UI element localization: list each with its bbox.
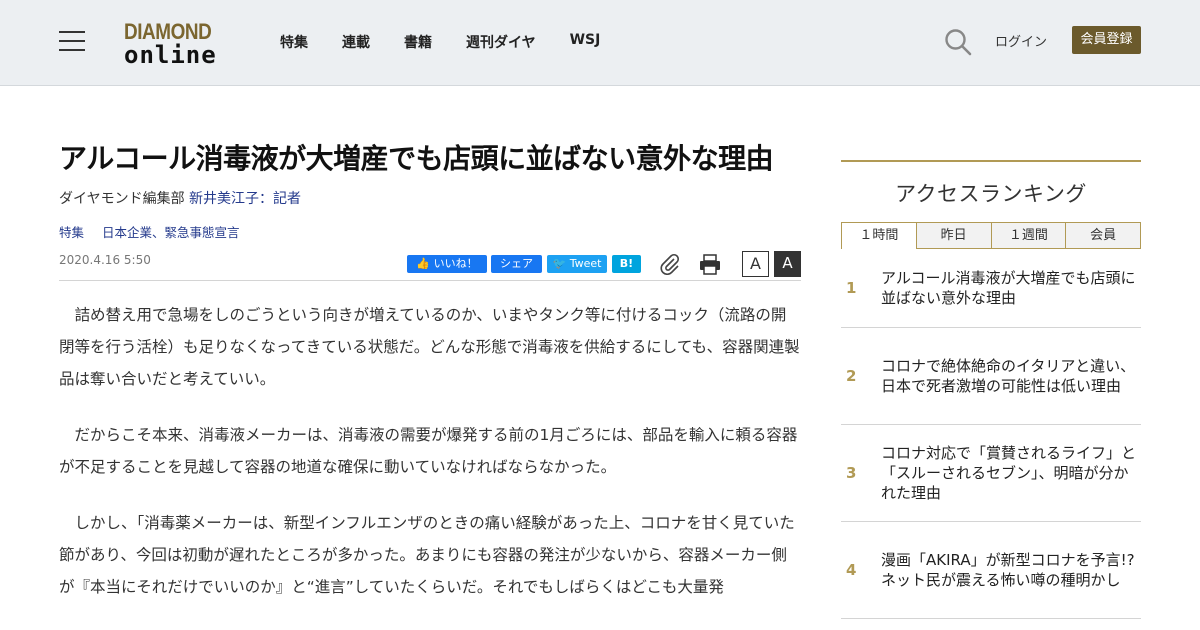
ranking-item[interactable]: 2 コロナで絶体絶命のイタリアと違い、日本で死者激増の可能性は低い理由 (841, 328, 1141, 425)
byline-author-link[interactable]: 新井美江子：記者 (189, 191, 301, 207)
tag-link[interactable]: 日本企業、緊急事態宣言 (102, 225, 240, 240)
search-icon[interactable] (944, 28, 972, 56)
main-nav: 特集 連載 書籍 週刊ダイヤ WSJ (280, 32, 634, 52)
article-paragraph: 詰め替え用で急場をしのごうという向きが増えているのか、いまやタンク等に付けるコッ… (59, 306, 800, 388)
article-tags: 特集 日本企業、緊急事態宣言 (59, 222, 801, 241)
article-meta: 2020.4.16 5:50 👍 いいね！ シェア 🐦 Tweet B! A A (59, 245, 801, 281)
paperclip-icon[interactable] (659, 253, 681, 275)
register-button[interactable]: 会員登録 (1072, 26, 1141, 54)
tweet-button[interactable]: 🐦 Tweet (547, 255, 607, 273)
tab-members[interactable]: 会員 (1066, 222, 1141, 249)
logo-top: DIAMOND (124, 19, 212, 44)
nav-item-weekly[interactable]: 週刊ダイヤ (466, 32, 536, 52)
article-paragraph: しかし、「消毒薬メーカーは、新型インフルエンザのときの痛い経験があった上、コロナ… (59, 514, 795, 596)
nav-item-rensai[interactable]: 連載 (342, 32, 370, 52)
article-body: 詰め替え用で急場をしのごうという向きが増えているのか、いまやタンク等に付けるコッ… (59, 299, 801, 603)
tweet-label: Tweet (569, 257, 602, 270)
font-size-large-button[interactable]: A (774, 251, 801, 277)
rank-title-link[interactable]: コロナ対応で「賞賛されるライフ」と「スルーされるセブン」、明暗が分かれた理由 (881, 443, 1141, 503)
login-link[interactable]: ログイン (995, 31, 1047, 50)
print-icon[interactable] (699, 253, 721, 275)
nav-item-shoseki[interactable]: 書籍 (404, 32, 432, 52)
menu-icon[interactable] (59, 31, 85, 53)
thumbs-up-icon: 👍 (416, 257, 431, 270)
article-title: アルコール消毒液が大増産でも店頭に並ばない意外な理由 (59, 142, 774, 175)
byline: ダイヤモンド編集部 新井美江子：記者 (59, 188, 801, 208)
rank-number: 2 (846, 367, 857, 385)
tab-yesterday[interactable]: 昨日 (916, 222, 992, 249)
article-paragraph: だからこそ本来、消毒液メーカーは、消毒液の需要が爆発する前の1月ごろには、部品を… (59, 426, 798, 476)
tab-1week[interactable]: １週間 (991, 222, 1067, 249)
tab-1hour[interactable]: １時間 (841, 222, 917, 249)
logo[interactable]: DIAMOND online (124, 19, 228, 69)
facebook-share-button[interactable]: シェア (491, 255, 542, 273)
nav-item-wsj[interactable]: WSJ (570, 32, 601, 52)
rank-number: 3 (846, 464, 857, 482)
facebook-like-button[interactable]: 👍 いいね！ (407, 255, 487, 273)
logo-bottom: online (124, 41, 217, 69)
publish-date: 2020.4.16 5:50 (59, 253, 151, 267)
ranking-title: アクセスランキング (895, 182, 1087, 206)
article: アルコール消毒液が大増産でも店頭に並ばない意外な理由 ダイヤモンド編集部 新井美… (59, 140, 801, 627)
hatena-bookmark-button[interactable]: B! (612, 255, 641, 273)
byline-department: ダイヤモンド編集部 (59, 191, 185, 207)
twitter-bird-icon: 🐦 (552, 257, 567, 270)
rank-title-link[interactable]: コロナで絶体絶命のイタリアと違い、日本で死者激増の可能性は低い理由 (881, 356, 1141, 396)
access-ranking: アクセスランキング １時間 昨日 １週間 会員 1 アルコール消毒液が大増産でも… (841, 160, 1141, 619)
facebook-like-label: いいね！ (433, 257, 478, 270)
rank-number: 1 (846, 279, 857, 297)
ranking-item[interactable]: 3 コロナ対応で「賞賛されるライフ」と「スルーされるセブン」、明暗が分かれた理由 (841, 425, 1141, 522)
ranking-item[interactable]: 1 アルコール消毒液が大増産でも店頭に並ばない意外な理由 (841, 249, 1141, 328)
nav-item-tokushu[interactable]: 特集 (280, 32, 308, 52)
tag-link[interactable]: 特集 (59, 225, 84, 240)
ranking-tabs: １時間 昨日 １週間 会員 (841, 222, 1141, 249)
font-size-small-button[interactable]: A (742, 251, 769, 277)
ranking-item[interactable]: 4 漫画「AKIRA」が新型コロナを予言!?ネット民が震える怖い噂の種明かし (841, 522, 1141, 619)
rank-title-link[interactable]: 漫画「AKIRA」が新型コロナを予言!?ネット民が震える怖い噂の種明かし (881, 550, 1141, 590)
site-header: DIAMOND online 特集 連載 書籍 週刊ダイヤ WSJ ログイン 会… (0, 0, 1200, 86)
rank-number: 4 (846, 561, 857, 579)
rank-title-link[interactable]: アルコール消毒液が大増産でも店頭に並ばない意外な理由 (881, 268, 1141, 308)
